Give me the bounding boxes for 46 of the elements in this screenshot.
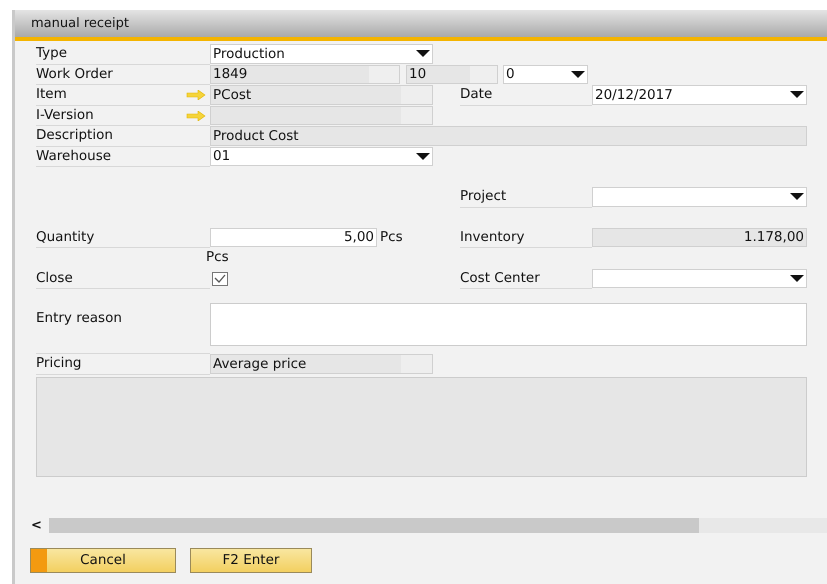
input-field[interactable]: 5,00 [210, 228, 377, 247]
readonly-field[interactable]: PCost [210, 85, 433, 104]
checkbox[interactable] [212, 272, 228, 286]
field-label: Inventory [460, 228, 524, 244]
dropdown-arrow-icon[interactable] [790, 274, 804, 282]
readonly-field[interactable]: 1.178,00 [592, 228, 807, 247]
window-title: manual receipt [31, 16, 129, 31]
link-arrow-icon[interactable] [186, 90, 206, 100]
scroll-left-button[interactable]: < [31, 518, 49, 532]
field-label: Description [36, 127, 113, 143]
scrollbar-track[interactable] [49, 518, 827, 532]
field-label: Type [36, 45, 68, 61]
unit-label: Pcs [206, 248, 229, 267]
readonly-field[interactable]: Average price [210, 354, 433, 374]
field-label: Work Order [36, 66, 113, 82]
dropdown-field[interactable]: 20/12/2017 [592, 85, 807, 104]
field-label: Project [460, 188, 506, 204]
dialog-button[interactable]: Cancel [30, 548, 176, 572]
field-label: Pricing [36, 355, 82, 371]
text-area[interactable] [210, 303, 807, 346]
dropdown-field[interactable] [592, 268, 807, 288]
readonly-field[interactable] [210, 106, 433, 125]
dropdown-arrow-icon[interactable] [571, 70, 585, 78]
readonly-field[interactable]: Product Cost [210, 126, 807, 146]
field-label: Quantity [36, 228, 94, 244]
readonly-field[interactable]: 1849 [210, 64, 400, 84]
field-label: Item [36, 86, 67, 102]
dropdown-field[interactable]: 0 [503, 64, 588, 84]
dropdown-arrow-icon[interactable] [416, 50, 430, 58]
scrollbar-thumb[interactable] [49, 518, 699, 532]
dropdown-arrow-icon[interactable] [790, 193, 804, 200]
dropdown-arrow-icon[interactable] [790, 91, 804, 98]
field-label: Close [36, 270, 73, 286]
field-label: Warehouse [36, 148, 112, 164]
unit-label: Pcs [380, 228, 403, 246]
link-arrow-icon[interactable] [186, 110, 206, 120]
field-label: Cost Center [460, 270, 540, 286]
dropdown-field[interactable]: Production [210, 44, 433, 64]
dialog-button[interactable]: F2 Enter [190, 548, 312, 572]
field-label: I-Version [36, 106, 94, 122]
dropdown-field[interactable]: 01 [210, 146, 433, 166]
field-label: Entry reason [36, 310, 122, 326]
readonly-field[interactable]: 10 [406, 64, 498, 84]
field-label: Date [460, 86, 492, 102]
dropdown-arrow-icon[interactable] [416, 152, 430, 160]
dropdown-field[interactable] [592, 187, 807, 206]
